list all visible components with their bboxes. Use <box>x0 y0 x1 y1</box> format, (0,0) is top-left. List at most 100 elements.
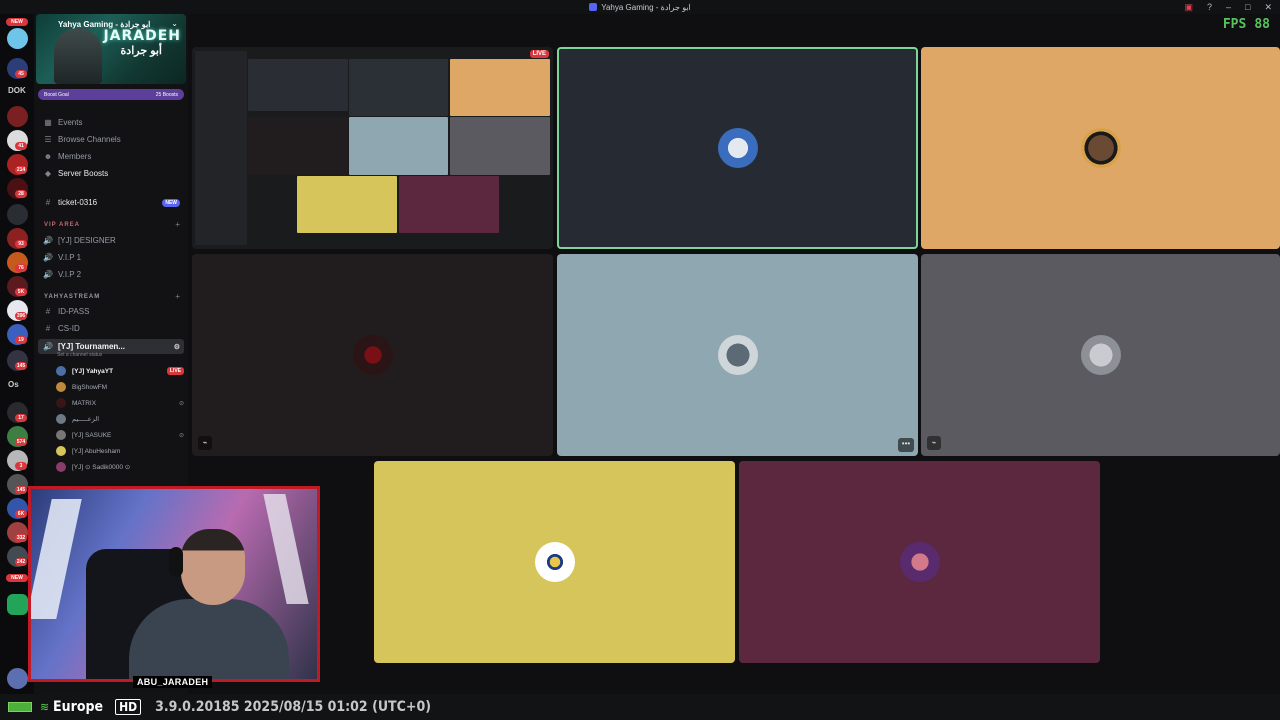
avatar <box>56 430 66 440</box>
rail-badge: 19 <box>15 336 27 344</box>
add-channel-icon[interactable]: + <box>175 220 180 229</box>
nav-browse-channels[interactable]: ☰ Browse Channels <box>38 132 184 147</box>
user-name: [YJ] AbuHesham <box>72 447 121 455</box>
muted-icon: ⊘ <box>178 432 184 439</box>
inbox-icon[interactable]: ▣ <box>1184 2 1193 13</box>
minimize-icon[interactable]: – <box>1226 2 1231 12</box>
rail-badge: 5K <box>15 288 27 296</box>
channel-ticket[interactable]: # ticket-0316 NEW <box>38 195 184 210</box>
avatar <box>717 335 758 375</box>
nav-label: Server Boosts <box>58 169 109 178</box>
channel-label: ID-PASS <box>58 307 90 316</box>
server-banner[interactable]: Yahya Gaming - ابو جرادة ⌄ JARADEH أبو ج… <box>36 14 186 84</box>
screenshare-preview <box>349 117 448 175</box>
avatar <box>56 414 66 424</box>
server-icon[interactable] <box>7 204 28 225</box>
chevron-down-icon[interactable]: ⌄ <box>171 19 178 28</box>
window-title: Yahya Gaming - ابو جرادة <box>601 2 691 12</box>
nav-server-boosts[interactable]: ◆ Server Boosts <box>38 166 184 181</box>
close-icon[interactable]: ✕ <box>1264 2 1272 13</box>
tile-user[interactable] <box>739 461 1100 663</box>
channel-id-pass[interactable]: # ID-PASS <box>38 304 184 319</box>
speaker-icon: 🔊 <box>43 236 53 245</box>
voice-user[interactable]: [YJ] SASUKE ⊘ <box>56 428 184 442</box>
rail-badge: 332 <box>15 534 27 542</box>
screen-icon[interactable]: ⌁ <box>927 436 941 450</box>
channel-vip2[interactable]: 🔊 V.I.P 2 <box>38 267 184 282</box>
screenshare-preview <box>297 176 397 233</box>
screenshare-preview <box>399 176 499 233</box>
voice-user[interactable]: [YJ] ⊙ Sadik0000 ⊙ <box>56 460 184 474</box>
streamer-body <box>129 599 289 679</box>
voice-user[interactable]: BigShowFM <box>56 380 184 394</box>
category-vip[interactable]: VIP AREA <box>44 222 80 228</box>
avatar <box>717 128 758 168</box>
avatar <box>56 446 66 456</box>
server-icon[interactable] <box>7 106 28 127</box>
screenshare-preview <box>248 117 348 175</box>
channel-label: CS-ID <box>58 324 80 333</box>
more-options-icon[interactable]: ••• <box>898 438 914 452</box>
server-text-os[interactable]: Os <box>8 380 19 389</box>
settings-icon[interactable]: ⚙ <box>174 343 180 351</box>
banner-brand: JARADEH <box>103 28 181 44</box>
tile-user[interactable]: ⌁ <box>192 254 553 456</box>
user-name: [YJ] ⊙ Sadik0000 ⊙ <box>72 464 131 471</box>
channel-status[interactable]: Set a channel status <box>57 352 102 358</box>
screenshare-preview <box>450 117 550 175</box>
channel-label: V.I.P 2 <box>58 270 82 279</box>
channel-vip1[interactable]: 🔊 V.I.P 1 <box>38 250 184 265</box>
avatar <box>899 542 940 582</box>
avatar <box>1080 335 1121 375</box>
nav-label: Members <box>58 152 92 161</box>
boost-goal-bar[interactable]: Boost Goal 25 Boosts <box>38 89 184 100</box>
nav-members[interactable]: ☻ Members <box>38 149 184 164</box>
background-decor <box>31 499 82 619</box>
add-server-icon[interactable] <box>7 594 28 615</box>
tile-user[interactable] <box>374 461 735 663</box>
user-name: BigShowFM <box>72 383 108 391</box>
tile-user-speaking[interactable] <box>557 47 918 249</box>
calendar-icon: ▦ <box>44 118 52 127</box>
screenshare-preview <box>248 59 348 111</box>
voice-user[interactable]: MATRIX ⊘ <box>56 396 184 410</box>
maximize-icon[interactable]: □ <box>1245 2 1250 12</box>
voice-user[interactable]: الزعـــــيم <box>56 412 184 426</box>
title-bar: Yahya Gaming - ابو جرادة ▣ ? – □ ✕ <box>0 0 1280 14</box>
server-icon <box>589 3 598 11</box>
screenshare-preview <box>349 59 448 116</box>
region-label: Europe <box>53 699 104 715</box>
streamer-head <box>181 529 245 605</box>
window-controls: ▣ ? – □ ✕ <box>1184 0 1272 14</box>
nav-events[interactable]: ▦ Events <box>38 115 184 130</box>
tile-screenshare[interactable]: LIVE <box>192 47 553 249</box>
user-name: الزعـــــيم <box>72 416 100 423</box>
screen-icon[interactable]: ⌁ <box>198 436 212 450</box>
add-channel-icon[interactable]: + <box>175 292 180 301</box>
user-avatar[interactable] <box>7 668 28 689</box>
user-name: [YJ] SASUKE <box>72 431 112 439</box>
server-icon-home[interactable] <box>7 28 28 49</box>
members-icon: ☻ <box>43 152 53 161</box>
rail-badge: 45 <box>15 70 27 78</box>
avatar <box>56 382 66 392</box>
rail-badge: 28 <box>15 190 27 198</box>
webcam-label: ABU_JARADEH <box>133 676 213 688</box>
nav-label: Browse Channels <box>58 135 121 144</box>
new-badge: NEW <box>162 198 180 207</box>
help-icon[interactable]: ? <box>1207 2 1212 12</box>
category-yahyastream[interactable]: YAHYASTREAM <box>44 294 100 300</box>
tile-user[interactable]: ••• <box>557 254 918 456</box>
channel-designer[interactable]: 🔊 [YJ] DESIGNER <box>38 233 184 248</box>
voice-user[interactable]: [YJ] YahyaYT LIVE <box>56 364 184 378</box>
channel-cs-id[interactable]: # CS-ID <box>38 321 184 336</box>
avatar <box>56 366 66 376</box>
hashtag-icon: # <box>45 198 51 207</box>
live-badge: LIVE <box>166 367 184 375</box>
server-text-dok[interactable]: DOK <box>8 86 26 95</box>
headset <box>169 547 183 577</box>
tile-user[interactable] <box>921 47 1280 249</box>
version-timestamp: 3.9.0.20185 2025/08/15 01:02 (UTC+0) <box>155 699 431 715</box>
voice-user[interactable]: [YJ] AbuHesham <box>56 444 184 458</box>
tile-user[interactable]: ⌁ <box>921 254 1280 456</box>
